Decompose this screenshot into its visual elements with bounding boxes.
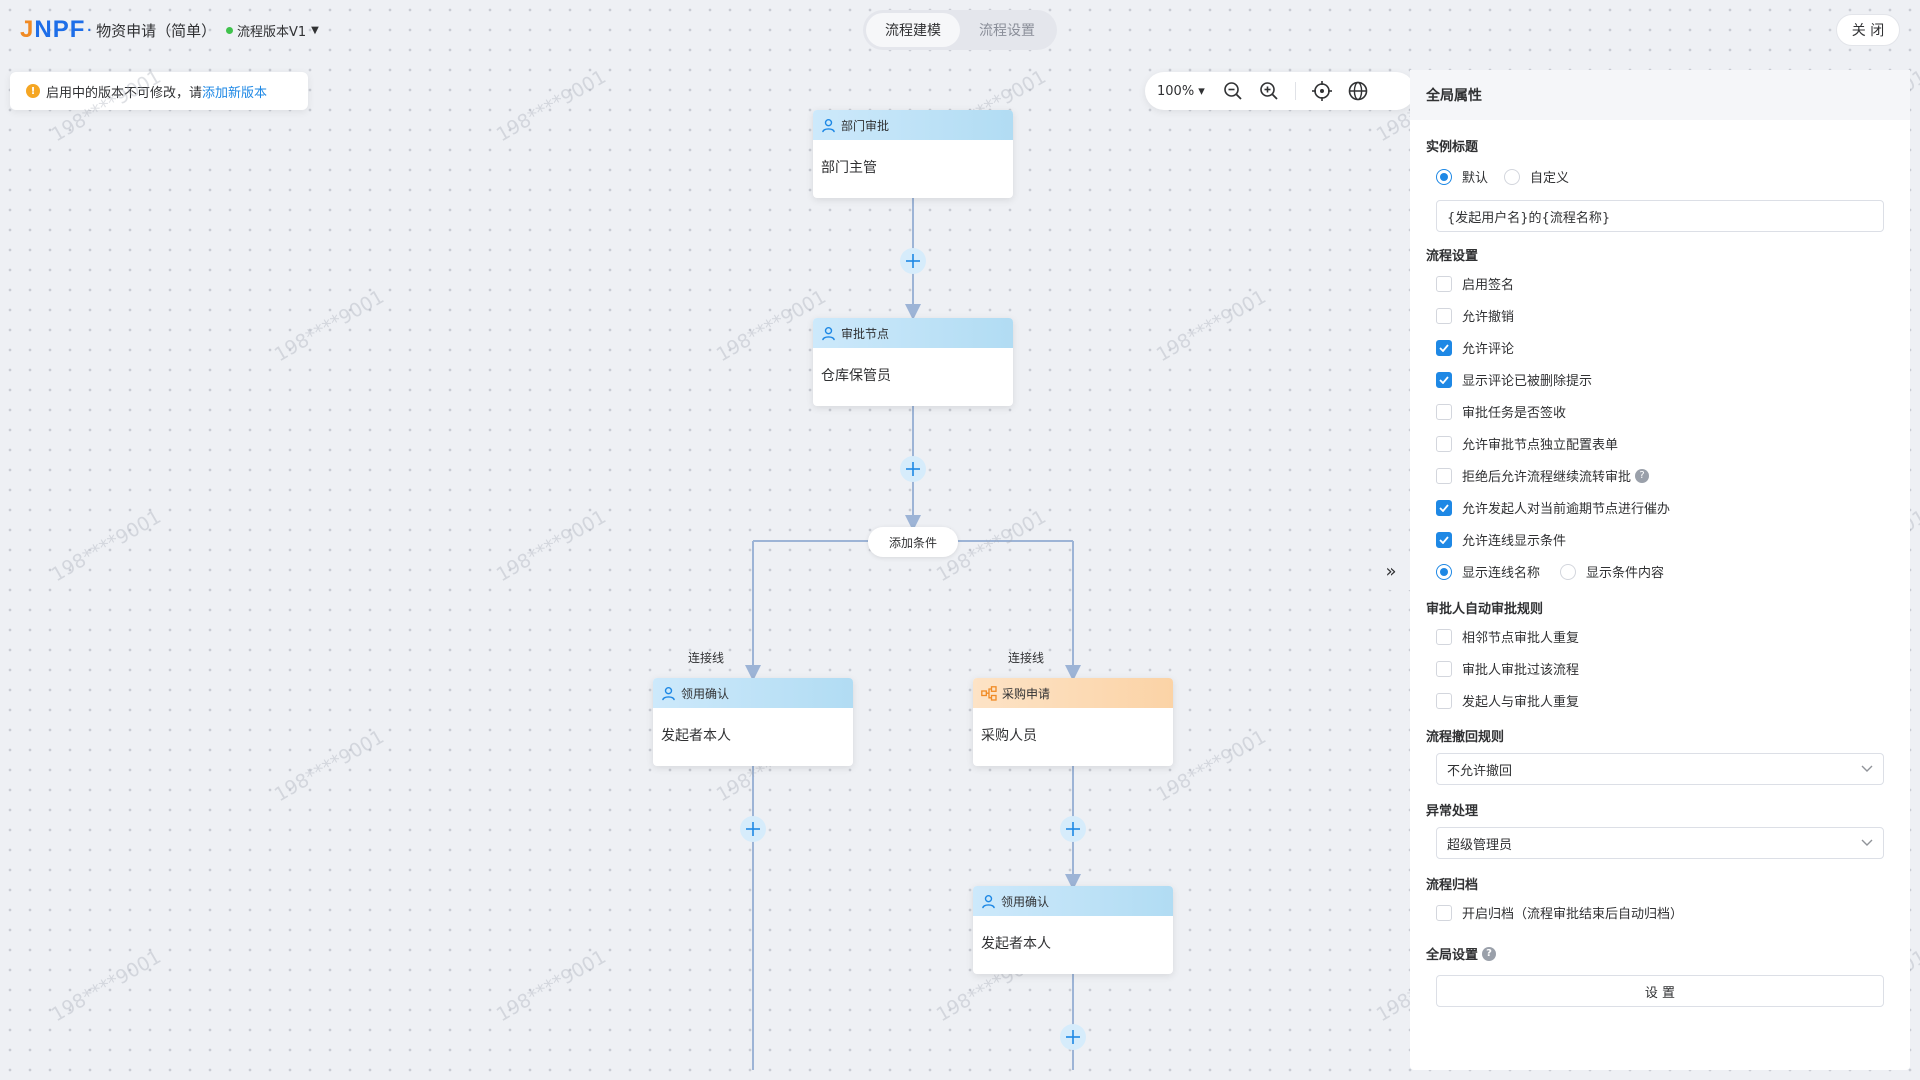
section-withdraw-rule: 流程撤回规则 xyxy=(1426,730,1505,745)
flow-node-dept-approval[interactable]: 部门审批 部门主管 xyxy=(813,110,1013,198)
node-header: 采购申请 xyxy=(973,678,1173,708)
checkbox-approver-approved-before[interactable]: 审批人审批过该流程 xyxy=(1436,659,1579,678)
checkbox-allow-comment[interactable]: 允许评论 xyxy=(1436,338,1514,357)
subflow-icon xyxy=(981,685,997,701)
withdraw-rule-select[interactable]: 不允许撤回 xyxy=(1436,753,1884,785)
checkbox-adjacent-duplicate[interactable]: 相邻节点审批人重复 xyxy=(1436,627,1579,646)
section-instance-title: 实例标题 xyxy=(1426,140,1479,155)
add-node-button[interactable] xyxy=(1060,816,1086,842)
node-header: 领用确认 xyxy=(973,886,1173,916)
checkmark-icon xyxy=(1436,531,1452,548)
node-type: 部门审批 xyxy=(841,118,890,133)
checkbox-icon xyxy=(1436,628,1452,645)
node-assignee: 发起者本人 xyxy=(981,936,1051,952)
checkbox-icon xyxy=(1436,435,1452,452)
checkbox-icon xyxy=(1436,904,1452,921)
section-archive: 流程归档 xyxy=(1426,878,1479,893)
checkbox-icon xyxy=(1436,467,1452,484)
user-icon xyxy=(821,118,836,133)
double-chevron-right-icon: » xyxy=(1385,560,1397,582)
help-icon[interactable]: ? xyxy=(1482,946,1497,961)
node-assignee: 仓库保管员 xyxy=(821,368,891,384)
panel-title: 全局属性 xyxy=(1410,70,1910,120)
node-assignee: 采购人员 xyxy=(981,728,1037,744)
checkbox-show-line-condition[interactable]: 允许连线显示条件 xyxy=(1436,530,1566,549)
radio-show-condition-content[interactable]: 显示条件内容 xyxy=(1560,562,1664,581)
section-flow-settings: 流程设置 xyxy=(1426,249,1479,264)
user-icon xyxy=(821,326,836,341)
checkbox-icon xyxy=(1436,660,1452,677)
help-icon[interactable]: ? xyxy=(1635,468,1650,483)
checkbox-initiator-approver-duplicate[interactable]: 发起人与审批人重复 xyxy=(1436,691,1579,710)
add-condition-button[interactable]: 添加条件 xyxy=(868,527,958,557)
chevron-down-icon xyxy=(1861,765,1873,773)
global-settings-button[interactable]: 设 置 xyxy=(1436,975,1884,1007)
radio-default[interactable]: 默认 xyxy=(1436,167,1488,186)
node-header: 审批节点 xyxy=(813,318,1013,348)
collapse-panel-button[interactable]: » xyxy=(1372,552,1410,590)
add-node-button[interactable] xyxy=(900,248,926,274)
chevron-down-icon xyxy=(1861,839,1873,847)
add-node-button[interactable] xyxy=(1060,1024,1086,1050)
node-type: 领用确认 xyxy=(1001,894,1050,909)
node-type: 领用确认 xyxy=(681,686,730,701)
flow-node-approval[interactable]: 审批节点 仓库保管员 xyxy=(813,318,1013,406)
checkbox-enable-signature[interactable]: 启用签名 xyxy=(1436,274,1514,293)
node-header: 领用确认 xyxy=(653,678,853,708)
add-node-button[interactable] xyxy=(740,816,766,842)
exception-handler-select[interactable]: 超级管理员 xyxy=(1436,827,1884,859)
radio-icon xyxy=(1436,563,1452,580)
plus-icon xyxy=(906,254,920,268)
user-icon xyxy=(981,894,996,909)
radio-custom[interactable]: 自定义 xyxy=(1504,167,1569,186)
instance-title-input[interactable]: {发起用户名}的{流程名称} xyxy=(1436,200,1884,232)
section-exception: 异常处理 xyxy=(1426,804,1479,819)
add-node-button[interactable] xyxy=(900,456,926,482)
node-type: 采购申请 xyxy=(1002,686,1051,701)
node-type: 审批节点 xyxy=(841,326,890,341)
plus-icon xyxy=(746,822,760,836)
plus-icon xyxy=(906,462,920,476)
checkmark-icon xyxy=(1436,339,1452,356)
checkbox-icon xyxy=(1436,403,1452,420)
checkbox-task-sign-receipt[interactable]: 审批任务是否签收 xyxy=(1436,402,1566,421)
checkbox-allow-revoke[interactable]: 允许撤销 xyxy=(1436,306,1514,325)
checkbox-show-comment-deleted[interactable]: 显示评论已被删除提示 xyxy=(1436,370,1592,389)
radio-icon xyxy=(1436,168,1452,185)
radio-icon xyxy=(1504,168,1520,185)
node-assignee: 发起者本人 xyxy=(661,728,731,744)
plus-icon xyxy=(1066,822,1080,836)
node-assignee: 部门主管 xyxy=(821,160,877,176)
flow-node-receive-confirm-2[interactable]: 领用确认 发起者本人 xyxy=(973,886,1173,974)
checkmark-icon xyxy=(1436,371,1452,388)
checkbox-icon xyxy=(1436,692,1452,709)
global-properties-panel: 全局属性 实例标题 默认 自定义 {发起用户名}的{流程名称} 流程设置 启用签… xyxy=(1410,70,1910,1070)
plus-icon xyxy=(1066,1030,1080,1044)
section-auto-approve: 审批人自动审批规则 xyxy=(1426,602,1544,617)
edge-label-left[interactable]: 连接线 xyxy=(688,649,724,666)
node-header: 部门审批 xyxy=(813,110,1013,140)
edge-label-right[interactable]: 连接线 xyxy=(1008,649,1044,666)
section-global-settings: 全局设置 ? xyxy=(1426,944,1497,963)
checkbox-enable-archive[interactable]: 开启归档（流程审批结束后自动归档） xyxy=(1436,903,1683,922)
checkbox-icon xyxy=(1436,307,1452,324)
checkbox-icon xyxy=(1436,275,1452,292)
checkbox-allow-urge-overdue[interactable]: 允许发起人对当前逾期节点进行催办 xyxy=(1436,498,1670,517)
user-icon xyxy=(661,686,676,701)
radio-icon xyxy=(1560,563,1576,580)
flow-node-receive-confirm[interactable]: 领用确认 发起者本人 xyxy=(653,678,853,766)
checkbox-continue-after-reject[interactable]: 拒绝后允许流程继续流转审批 ? xyxy=(1436,466,1650,485)
radio-show-line-name[interactable]: 显示连线名称 xyxy=(1436,562,1540,581)
checkbox-node-independent-form[interactable]: 允许审批节点独立配置表单 xyxy=(1436,434,1618,453)
checkmark-icon xyxy=(1436,499,1452,516)
flow-node-purchase-request[interactable]: 采购申请 采购人员 xyxy=(973,678,1173,766)
